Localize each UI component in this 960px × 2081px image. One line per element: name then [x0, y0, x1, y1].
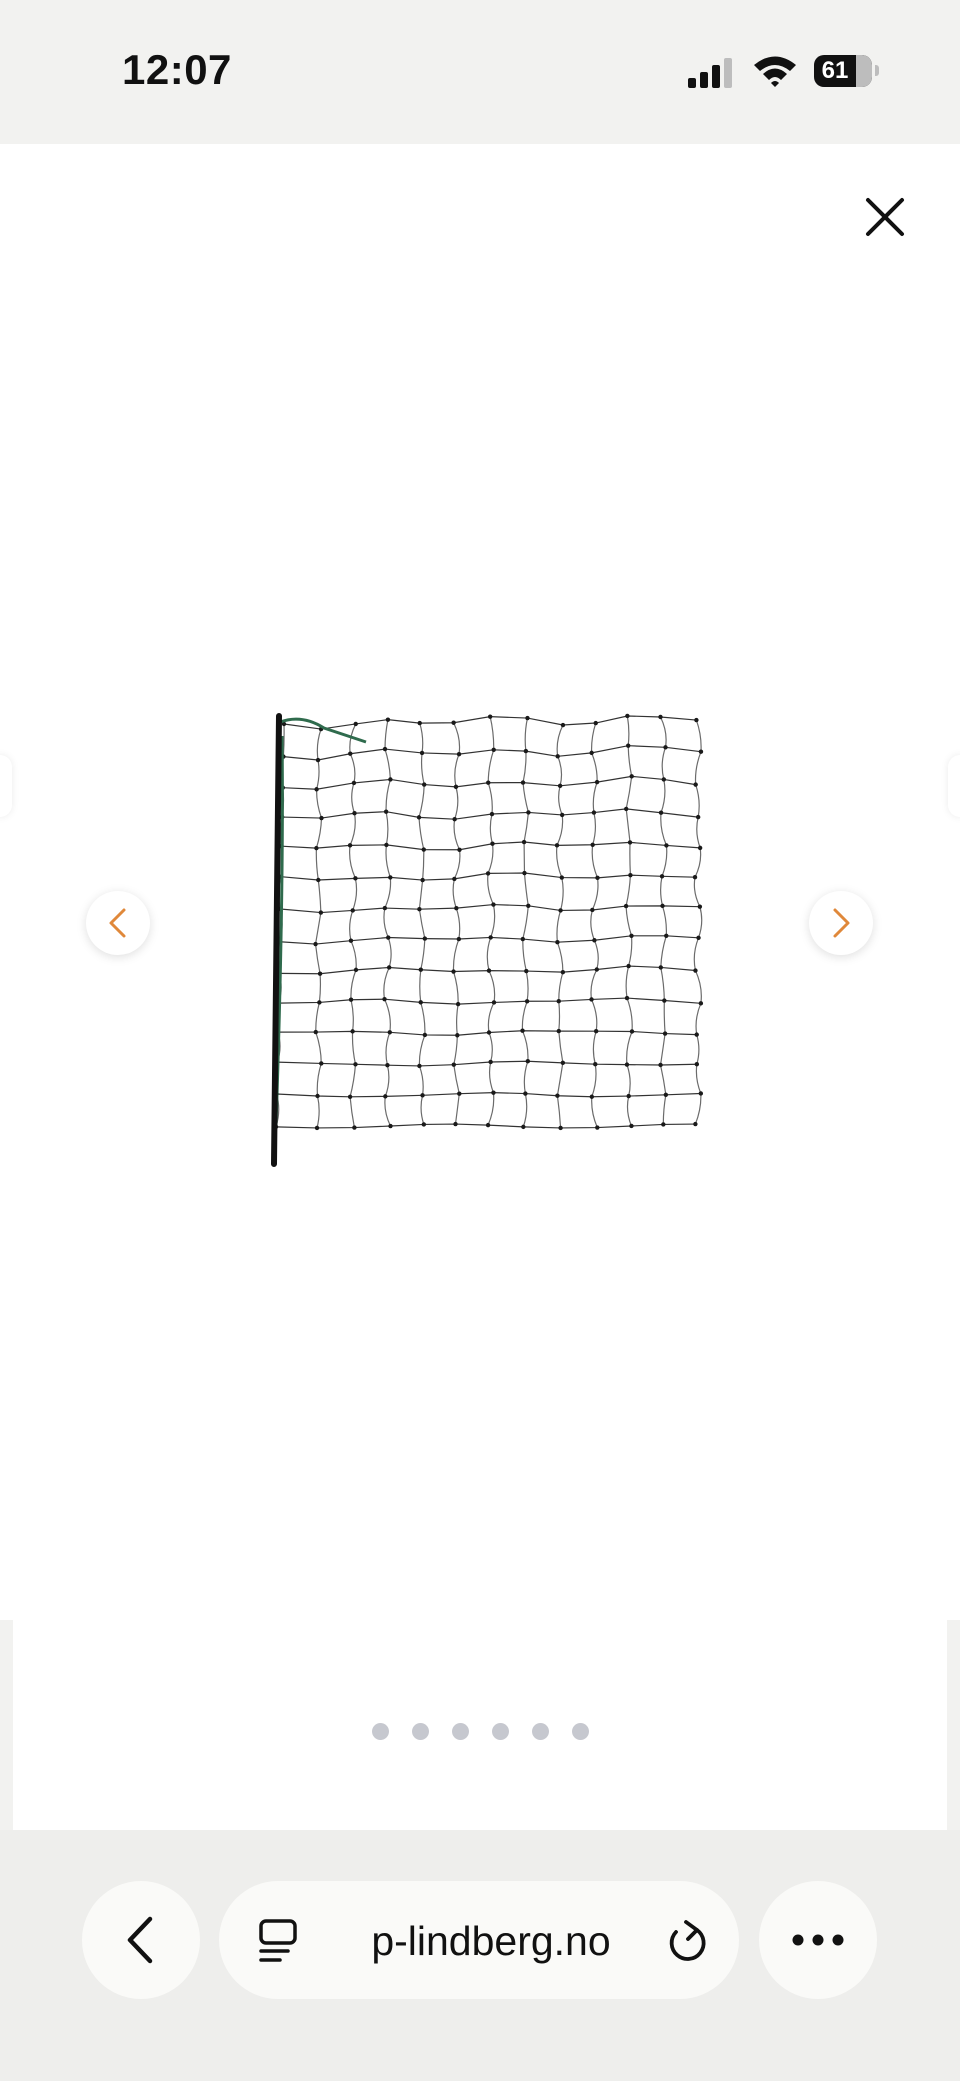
chevron-right-icon [833, 908, 850, 938]
pagination-dot[interactable] [411, 1723, 429, 1740]
address-text[interactable]: p-lindberg.no [351, 1913, 631, 1969]
pagination-dot[interactable] [451, 1723, 469, 1740]
pagination-dot[interactable] [531, 1723, 549, 1740]
adjacent-slide-peek-left [0, 755, 12, 817]
pagination-dot[interactable] [571, 1723, 589, 1740]
previous-image-button[interactable] [86, 891, 150, 955]
more-button[interactable] [759, 1881, 877, 1999]
back-chevron-icon [127, 1916, 153, 1964]
battery-icon: 61 [814, 55, 872, 87]
status-icons: 61 [686, 52, 886, 92]
tabs-overview-icon[interactable] [258, 1918, 298, 1964]
pagination-dot[interactable] [371, 1723, 389, 1740]
wifi-icon [754, 56, 796, 87]
pagination-dots [0, 1723, 960, 1743]
adjacent-slide-peek-right [948, 755, 960, 817]
status-time: 12:07 [122, 46, 232, 93]
close-icon [866, 198, 904, 236]
pagination-dot[interactable] [491, 1723, 509, 1740]
close-button[interactable] [860, 192, 910, 242]
fence-net-image [271, 713, 704, 1167]
chevron-left-icon [109, 908, 126, 938]
cellular-signal-icon [688, 58, 732, 88]
battery-level: 61 [821, 57, 849, 84]
next-image-button[interactable] [809, 891, 873, 955]
battery-nub [875, 65, 879, 76]
reload-icon[interactable] [664, 1918, 708, 1964]
back-button[interactable] [82, 1881, 200, 1999]
status-bar: 12:07 61 [0, 0, 960, 144]
more-icon [792, 1934, 844, 1946]
